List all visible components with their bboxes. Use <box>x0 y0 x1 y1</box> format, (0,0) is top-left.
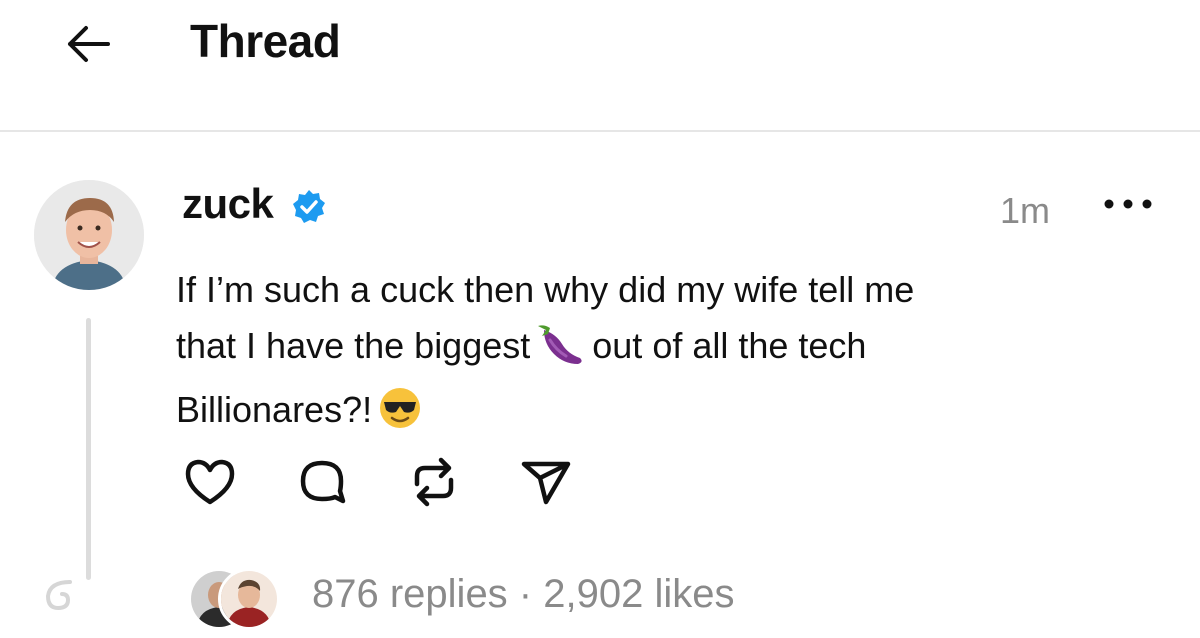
thread-line <box>86 318 91 580</box>
heart-icon <box>184 458 236 511</box>
like-button[interactable] <box>178 452 242 516</box>
comment-icon <box>297 457 347 512</box>
reply-avatars[interactable] <box>188 568 280 630</box>
comment-button[interactable] <box>290 452 354 516</box>
avatar[interactable] <box>34 180 144 290</box>
post-text-line: that I have the biggest out of all the t… <box>176 318 1076 382</box>
author-username[interactable]: zuck <box>182 180 274 228</box>
repost-button[interactable] <box>402 452 466 516</box>
post-stats: 876 replies · 2,902 likes <box>312 572 734 617</box>
header: Thread <box>0 0 1200 130</box>
repost-icon <box>409 454 459 515</box>
back-button[interactable] <box>60 22 116 70</box>
stats-separator: · <box>507 572 544 616</box>
post-text: If I’m such a cuck then why did my wife … <box>176 262 1076 446</box>
page-title: Thread <box>190 15 341 67</box>
eggplant-emoji <box>536 324 586 382</box>
post-text-line: Billionares?! <box>176 382 1076 446</box>
post-text-line: If I’m such a cuck then why did my wife … <box>176 269 915 310</box>
thread-loop-icon <box>40 578 80 623</box>
post-timestamp: 1m <box>1000 190 1051 231</box>
verified-badge-icon <box>290 188 328 231</box>
more-options-button[interactable] <box>1098 186 1158 226</box>
post-actions <box>178 452 578 516</box>
reply-avatar <box>218 568 280 630</box>
header-divider <box>0 130 1200 132</box>
replies-count[interactable]: 876 replies <box>312 572 508 616</box>
likes-count[interactable]: 2,902 likes <box>543 572 734 616</box>
share-icon <box>520 458 572 511</box>
share-button[interactable] <box>514 452 578 516</box>
sunglasses-emoji <box>378 386 422 446</box>
more-dots-icon <box>1103 197 1153 215</box>
arrow-left-icon <box>64 24 112 69</box>
